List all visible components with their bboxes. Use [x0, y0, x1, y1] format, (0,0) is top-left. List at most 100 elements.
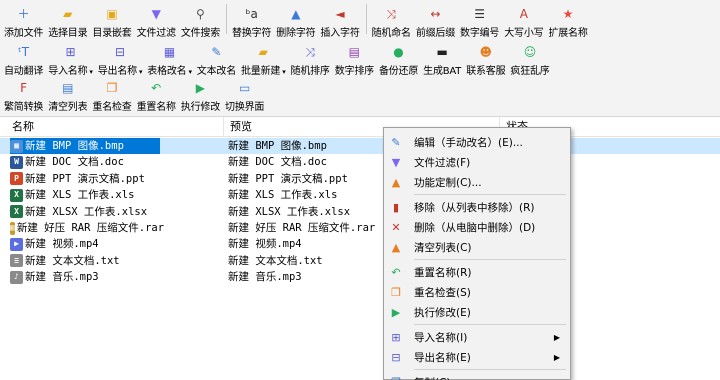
- file-preview-cell: 新建 BMP 图像.bmp: [228, 140, 327, 152]
- toolbar-button-table[interactable]: ▦ 表格改名 ▾: [145, 42, 194, 77]
- file-name-cell[interactable]: ≡ 新建 文本文档.txt: [10, 253, 160, 269]
- toolbar-button-export[interactable]: ⊟ 导出名称 ▾: [96, 42, 145, 77]
- menu-item-delete[interactable]: ✕ 删除（从电脑中删除）(D): [386, 217, 568, 237]
- file-name-cell[interactable]: X 新建 XLSX 工作表.xlsx: [10, 204, 160, 220]
- toolbar-button-random-sort[interactable]: ⤨ 随机排序: [289, 42, 332, 77]
- menu-item-export[interactable]: ⊟ 导出名称(E) ▶: [386, 347, 568, 367]
- case-icon: A: [519, 7, 528, 21]
- menu-item-customize[interactable]: ▲ 功能定制(C)...: [386, 172, 568, 192]
- submenu-arrow-icon: ▶: [553, 332, 560, 342]
- table-row[interactable]: X 新建 XLS 工作表.xls 新建 XLS 工作表.xls: [0, 187, 720, 203]
- file-name-cell[interactable]: ▦ 新建 BMP 图像.bmp: [10, 138, 160, 154]
- table-row[interactable]: ▦ 新建 BMP 图像.bmp 新建 BMP 图像.bmp: [0, 138, 720, 154]
- toolbar-button-duplicate-check[interactable]: ❐ 重名检查: [90, 78, 133, 113]
- table-row[interactable]: X 新建 XLSX 工作表.xlsx 新建 XLSX 工作表.xlsx: [0, 204, 720, 220]
- toolbar-button-switch-ui[interactable]: ▭ 切换界面: [223, 78, 266, 113]
- file-preview-cell: 新建 DOC 文档.doc: [228, 156, 327, 169]
- file-name-cell[interactable]: X 新建 XLS 工作表.xls: [10, 187, 160, 203]
- file-name-cell[interactable]: ▶ 新建 视频.mp4: [10, 236, 160, 252]
- delete-icon: ✕: [391, 220, 401, 234]
- execute-icon: ▶: [391, 305, 401, 319]
- toolbar-button-support[interactable]: ☻ 联系客服: [464, 42, 507, 77]
- file-name-cell[interactable]: W 新建 DOC 文档.doc: [10, 154, 160, 170]
- toolbar-button-backup[interactable]: ● 备份还原: [377, 42, 420, 77]
- toolbar-button-reset[interactable]: ↶ 重置名称: [135, 78, 178, 113]
- menu-item-edit[interactable]: ✎ 编辑（手动改名）(E)...: [386, 132, 568, 152]
- file-preview-cell: 新建 XLSX 工作表.xlsx: [228, 205, 351, 218]
- toolbar-button-prefix-suffix[interactable]: ↔ 前缀后缀: [414, 4, 457, 39]
- file-name-text: 新建 文本文档.txt: [25, 254, 120, 267]
- toolbar-button-label: 文件过滤: [136, 28, 176, 39]
- toolbar-button-filter[interactable]: ▼ 文件过滤: [135, 4, 178, 39]
- toolbar-button-new-folder[interactable]: ▰ 批量新建 ▾: [239, 42, 288, 77]
- toolbar-button-crazy-shuffle[interactable]: ☺ 疯狂乱序: [508, 42, 551, 77]
- toolbar-button-label: 数字编号: [460, 28, 500, 39]
- column-header-name[interactable]: 名称: [6, 117, 224, 137]
- backup-icon: ●: [393, 45, 404, 59]
- menu-item-reset[interactable]: ↶ 重置名称(R): [386, 262, 568, 282]
- menu-item-duplicate-check[interactable]: ❐ 重名检查(S): [386, 282, 568, 302]
- file-name-cell[interactable]: P 新建 PPT 演示文稿.ppt: [10, 171, 160, 187]
- table-row[interactable]: ▶ 新建 视频.mp4 新建 视频.mp4: [0, 236, 720, 252]
- toolbar-button-delete-char[interactable]: ▲ 删除字符: [274, 4, 317, 39]
- toolbar-button-label: 批量新建 ▾: [241, 66, 286, 77]
- toolbar-button-shuffle[interactable]: ⤨ 随机命名: [370, 4, 413, 39]
- dropdown-arrow-icon[interactable]: ▾: [188, 68, 192, 76]
- toolbar-button-label: 清空列表: [48, 102, 88, 113]
- toolbar-button-number-sort[interactable]: ▤ 数字排序: [333, 42, 376, 77]
- menu-item-label: 移除（从列表中移除）(R): [414, 201, 535, 214]
- toolbar-button-import[interactable]: ⊞ 导入名称 ▾: [46, 42, 95, 77]
- remove-icon: ▮: [392, 200, 400, 214]
- table-row[interactable]: ▥ 新建 好压 RAR 压缩文件.rar 新建 好压 RAR 压缩文件.rar: [0, 220, 720, 236]
- dropdown-arrow-icon[interactable]: ▾: [89, 68, 93, 76]
- dropdown-arrow-icon[interactable]: ▾: [282, 68, 286, 76]
- toolbar-button-label: 删除字符: [276, 28, 316, 39]
- toolbar-button-numbering[interactable]: ☰ 数字编号: [458, 4, 501, 39]
- file-name-cell[interactable]: ▥ 新建 好压 RAR 压缩文件.rar: [10, 220, 164, 236]
- dropdown-arrow-icon[interactable]: ▾: [139, 68, 143, 76]
- ppt-file-icon: P: [10, 172, 23, 186]
- menu-item-copy[interactable]: ❐ 复制(C): [386, 372, 568, 380]
- toolbar-button-star[interactable]: ★ 扩展名称: [546, 4, 589, 39]
- table-row[interactable]: ≡ 新建 文本文档.txt 新建 文本文档.txt: [0, 253, 720, 269]
- menu-item-remove[interactable]: ▮ 移除（从列表中移除）(R): [386, 197, 568, 217]
- file-name-cell[interactable]: ♪ 新建 音乐.mp3: [10, 269, 160, 285]
- toolbar-button-nested-folder[interactable]: ▣ 目录嵌套: [90, 4, 133, 39]
- toolbar-button-execute[interactable]: ▶ 执行修改: [179, 78, 222, 113]
- menu-separator: [414, 259, 566, 260]
- toolbar-button-label: 随机排序: [290, 66, 330, 77]
- table-row[interactable]: ♪ 新建 音乐.mp3 新建 音乐.mp3: [0, 269, 720, 285]
- table-row[interactable]: W 新建 DOC 文档.doc 新建 DOC 文档.doc: [0, 154, 720, 170]
- toolbar-button-translate[interactable]: ᵗT 自动翻译: [2, 42, 45, 77]
- file-name-text: 新建 XLS 工作表.xls: [25, 189, 135, 202]
- execute-icon: ▶: [195, 81, 206, 95]
- toolbar-button-folder[interactable]: ▰ 选择目录: [46, 4, 89, 39]
- number-sort-icon: ▤: [348, 45, 360, 59]
- toolbar-button-label: 扩展名称: [548, 28, 588, 39]
- menu-separator: [414, 369, 566, 370]
- toolbar-button-replace[interactable]: ᵇa 替换字符: [230, 4, 273, 39]
- toolbar-button-label: 联系客服: [466, 66, 506, 77]
- table-row[interactable]: P 新建 PPT 演示文稿.ppt 新建 PPT 演示文稿.ppt: [0, 171, 720, 187]
- toolbar-button-label: 重置名称: [136, 102, 176, 113]
- toolbar-button-add-file[interactable]: ＋ 添加文件: [2, 4, 45, 39]
- toolbar-button-convert[interactable]: F 繁简转换: [2, 78, 45, 113]
- menu-item-import[interactable]: ⊞ 导入名称(I) ▶: [386, 327, 568, 347]
- menu-item-execute[interactable]: ▶ 执行修改(E): [386, 302, 568, 322]
- toolbar-button-label: 生成BAT: [423, 66, 462, 77]
- toolbar-button-bat[interactable]: ▬ 生成BAT: [421, 42, 463, 77]
- bat-icon: ▬: [436, 45, 448, 59]
- menu-item-filter[interactable]: ▼ 文件过滤(F): [386, 152, 568, 172]
- add-file-icon: ＋: [17, 7, 30, 21]
- toolbar-button-case[interactable]: A 大写小写: [502, 4, 545, 39]
- toolbar-button-insert-char[interactable]: ◄ 插入字符: [318, 4, 361, 39]
- menu-item-clear-list[interactable]: ▲ 清空列表(C): [386, 237, 568, 257]
- bmp-file-icon: ▦: [10, 139, 23, 153]
- toolbar-button-edit[interactable]: ✎ 文本改名: [195, 42, 238, 77]
- toolbar-row-3: F 繁简转换 ▤ 清空列表 ❐ 重名检查 ↶ 重置名称 ▶ 执行修改 ▭ 切换界面: [2, 78, 267, 113]
- toolbar-button-label: 切换界面: [225, 102, 265, 113]
- edit-icon: ✎: [211, 45, 222, 59]
- toolbar-button-search[interactable]: ⚲ 文件搜索: [179, 4, 222, 39]
- toolbar-button-clear-list[interactable]: ▤ 清空列表: [46, 78, 89, 113]
- toolbar-button-label: 备份还原: [378, 66, 419, 77]
